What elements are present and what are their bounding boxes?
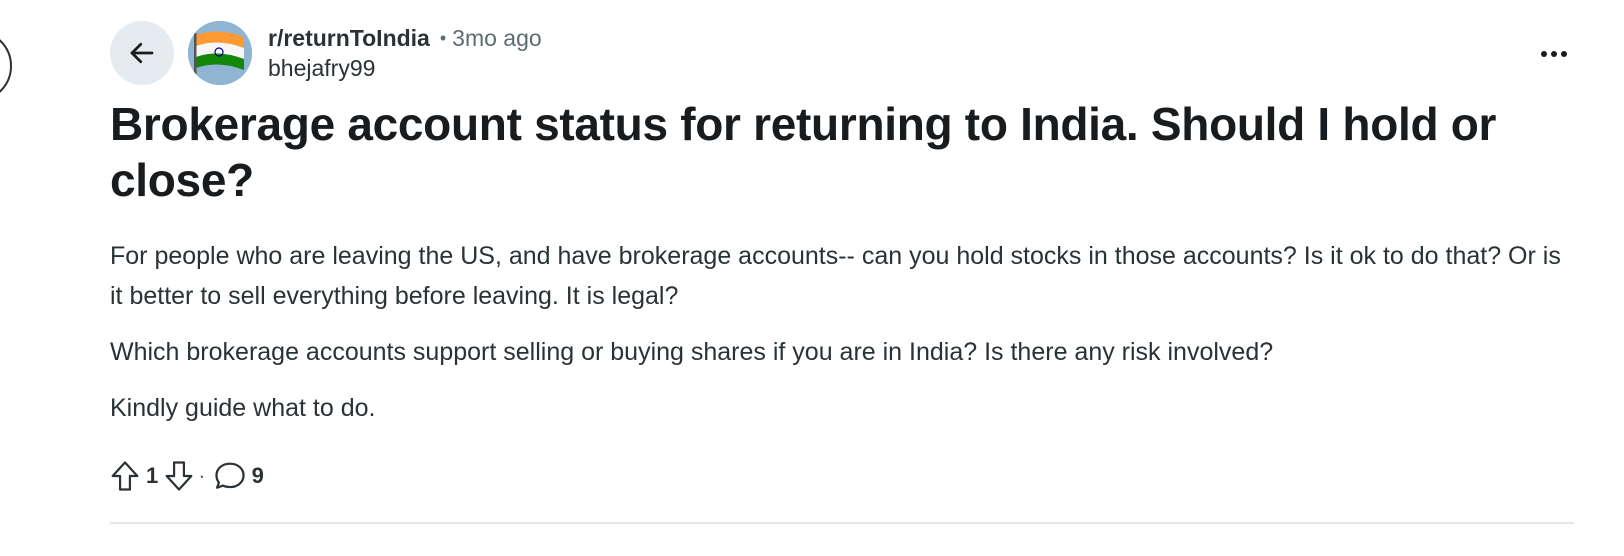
subreddit-link[interactable]: r/returnToIndia [268,23,430,53]
india-flag-icon [188,21,252,85]
body-paragraph: For people who are leaving the US, and h… [110,242,1561,310]
back-button[interactable] [110,21,174,85]
author-link[interactable]: bhejafry99 [268,53,542,83]
comments-button[interactable]: 9 [214,461,270,491]
post-divider [110,522,1574,524]
speech-bubble-icon [214,462,245,489]
meta-top-row: r/returnToIndia • 3mo ago [268,23,542,53]
downvote-button[interactable] [164,460,194,492]
post-meta: r/returnToIndia • 3mo ago bhejafry99 [268,23,542,83]
post-container: r/returnToIndia • 3mo ago bhejafry99 Bro… [110,20,1574,492]
more-options-button[interactable] [1534,34,1574,74]
post-title: Brokerage account status for returning t… [110,98,1497,206]
arrow-down-outline-icon [165,461,193,491]
meta-separator: • [439,28,447,48]
post-header: r/returnToIndia • 3mo ago bhejafry99 [110,20,1574,86]
subreddit-avatar[interactable] [188,21,252,85]
upvote-button[interactable] [110,460,140,492]
arrow-left-icon [130,42,154,64]
more-horizontal-icon [1541,51,1567,57]
partial-circle-edge [0,30,12,102]
comment-count: 9 [251,463,264,488]
post-body: For people who are leaving the US, and h… [110,236,1574,428]
post-actions: 1 · 9 [110,460,1574,492]
action-separator: · [198,463,206,488]
post-time: 3mo ago [452,25,542,51]
body-paragraph: Which brokerage accounts support selling… [110,338,1274,366]
body-paragraph: Kindly guide what to do. [110,394,376,422]
vote-count: 1 [146,463,159,488]
arrow-up-outline-icon [111,461,139,491]
